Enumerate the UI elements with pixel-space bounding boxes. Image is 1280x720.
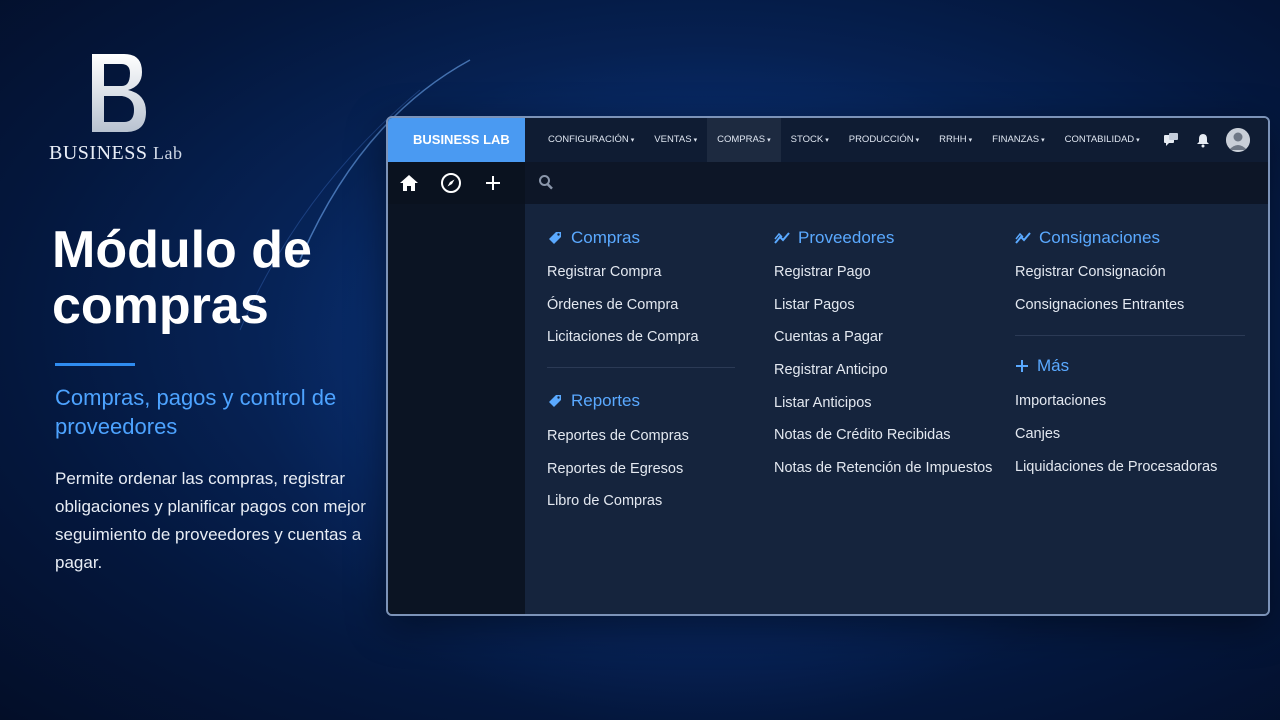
notification-bell-icon[interactable] bbox=[1194, 131, 1212, 149]
menu-item-label: STOCK bbox=[790, 134, 824, 145]
hero-title-line1: Módulo de bbox=[52, 221, 312, 279]
section-divider bbox=[547, 367, 735, 369]
link-consignaciones-entrantes[interactable]: Consignaciones Entrantes bbox=[1015, 289, 1245, 322]
toolbar-actions bbox=[388, 162, 525, 204]
chevron-down-icon: ▾ bbox=[1041, 137, 1045, 144]
section-title: Consignaciones bbox=[1039, 228, 1160, 247]
business-lab-logo-icon bbox=[92, 54, 146, 132]
plus-icon[interactable] bbox=[472, 162, 514, 204]
menu-item-stock[interactable]: STOCK ▾ bbox=[781, 118, 839, 162]
main-menu: CONFIGURACIÓN ▾ VENTAS ▾ COMPRAS ▾ STOCK ▾ PRODU… bbox=[538, 118, 1150, 162]
link-reportes-de-egresos[interactable]: Reportes de Egresos bbox=[547, 453, 735, 486]
section-proveedores: Proveedores bbox=[774, 226, 994, 250]
section-reportes: Reportes bbox=[547, 389, 735, 413]
link-reportes-de-compras[interactable]: Reportes de Compras bbox=[547, 420, 735, 453]
section-compras: Compras bbox=[547, 226, 735, 250]
menu-item-label: FINANZAS bbox=[992, 134, 1040, 145]
section-divider bbox=[1015, 335, 1245, 337]
menu-column-2: Proveedores Registrar Pago Listar Pagos … bbox=[774, 226, 994, 485]
logo-word: BUSINESS bbox=[49, 142, 148, 164]
link-notas-de-retencion-de-impuestos[interactable]: Notas de Retención de Impuestos bbox=[774, 452, 994, 485]
chevron-down-icon: ▾ bbox=[825, 137, 829, 144]
plus-icon bbox=[1016, 360, 1028, 373]
link-notas-de-credito-recibidas[interactable]: Notas de Crédito Recibidas bbox=[774, 419, 994, 452]
chat-icon[interactable] bbox=[1162, 131, 1180, 149]
user-avatar[interactable] bbox=[1226, 128, 1250, 152]
menu-item-label: VENTAS bbox=[654, 134, 692, 145]
menu-item-label: CONFIGURACIÓN bbox=[548, 134, 629, 145]
hero-subtitle: Compras, pagos y control de proveedores bbox=[55, 385, 337, 439]
menu-item-produccion[interactable]: PRODUCCIÓN ▾ bbox=[839, 118, 929, 162]
links-reportes: Reportes de Compras Reportes de Egresos … bbox=[547, 420, 735, 518]
link-licitaciones-de-compra[interactable]: Licitaciones de Compra bbox=[547, 321, 735, 354]
section-title: Proveedores bbox=[798, 228, 895, 247]
chevron-down-icon: ▾ bbox=[915, 137, 920, 144]
links-mas: Importaciones Canjes Liquidaciones de Pr… bbox=[1015, 385, 1245, 483]
section-consignaciones: Consignaciones bbox=[1015, 226, 1245, 250]
link-listar-anticipos[interactable]: Listar Anticipos bbox=[774, 387, 994, 420]
app-brand[interactable]: BUSINESS LAB bbox=[388, 118, 525, 162]
links-proveedores: Registrar Pago Listar Pagos Cuentas a Pa… bbox=[774, 256, 994, 485]
trend-icon bbox=[774, 232, 790, 244]
link-registrar-compra[interactable]: Registrar Compra bbox=[547, 256, 735, 289]
link-listar-pagos[interactable]: Listar Pagos bbox=[774, 289, 994, 322]
chevron-down-icon: ▾ bbox=[767, 137, 771, 144]
business-lab-logo-text: BUSINESS Lab bbox=[49, 142, 182, 165]
chevron-down-icon: ▾ bbox=[968, 137, 973, 144]
hero-description: Permite ordenar las compras, registrar o… bbox=[55, 469, 366, 572]
menu-item-configuracion[interactable]: CONFIGURACIÓN ▾ bbox=[538, 118, 644, 162]
sidebar bbox=[388, 204, 525, 614]
chevron-down-icon: ▾ bbox=[630, 137, 635, 144]
app-window: BUSINESS LAB CONFIGURACIÓN ▾ VENTAS ▾ COMPRA… bbox=[386, 116, 1270, 616]
tag-icon bbox=[549, 232, 561, 244]
menu-item-compras[interactable]: COMPRAS ▾ bbox=[707, 118, 781, 162]
trend-icon bbox=[1015, 232, 1031, 244]
compass-icon[interactable] bbox=[430, 162, 472, 204]
section-mas: Más bbox=[1015, 354, 1245, 378]
menu-item-rrhh[interactable]: RRHH ▾ bbox=[929, 118, 982, 162]
link-canjes[interactable]: Canjes bbox=[1015, 418, 1245, 451]
link-libro-de-compras[interactable]: Libro de Compras bbox=[547, 485, 735, 518]
tag-icon bbox=[549, 395, 561, 408]
menu-item-contabilidad[interactable]: CONTABILIDAD ▾ bbox=[1055, 118, 1150, 162]
section-title: Compras bbox=[571, 228, 640, 247]
link-registrar-consignacion[interactable]: Registrar Consignación bbox=[1015, 256, 1245, 289]
menu-item-finanzas[interactable]: FINANZAS ▾ bbox=[982, 118, 1055, 162]
chevron-down-icon: ▾ bbox=[1136, 137, 1140, 144]
search-icon[interactable] bbox=[538, 174, 554, 195]
link-registrar-anticipo[interactable]: Registrar Anticipo bbox=[774, 354, 994, 387]
link-importaciones[interactable]: Importaciones bbox=[1015, 385, 1245, 418]
link-cuentas-a-pagar[interactable]: Cuentas a Pagar bbox=[774, 321, 994, 354]
links-compras: Registrar Compra Órdenes de Compra Licit… bbox=[547, 256, 735, 354]
top-navbar: BUSINESS LAB CONFIGURACIÓN ▾ VENTAS ▾ COMPRA… bbox=[388, 118, 1268, 162]
menu-item-ventas[interactable]: VENTAS ▾ bbox=[644, 118, 707, 162]
hero-accent-rule bbox=[55, 363, 135, 366]
link-ordenes-de-compra[interactable]: Órdenes de Compra bbox=[547, 289, 735, 322]
menu-item-label: COMPRAS bbox=[717, 134, 766, 145]
home-icon[interactable] bbox=[388, 162, 430, 204]
hero-title-line2: compras bbox=[52, 277, 269, 335]
mega-menu-content: Compras Registrar Compra Órdenes de Comp… bbox=[525, 204, 1268, 614]
chevron-down-icon: ▾ bbox=[693, 137, 698, 144]
menu-column-3: Consignaciones Registrar Consignación Co… bbox=[1015, 226, 1245, 483]
menu-column-1: Compras Registrar Compra Órdenes de Comp… bbox=[547, 226, 735, 518]
menu-item-label: PRODUCCIÓN bbox=[848, 134, 914, 145]
links-consignaciones: Registrar Consignación Consignaciones En… bbox=[1015, 256, 1245, 321]
logo-suffix: Lab bbox=[152, 143, 183, 163]
section-title: Más bbox=[1037, 356, 1070, 376]
link-liquidaciones-de-procesadoras[interactable]: Liquidaciones de Procesadoras bbox=[1015, 451, 1245, 484]
menu-item-label: RRHH bbox=[939, 134, 967, 145]
section-title: Reportes bbox=[571, 391, 640, 411]
toolbar bbox=[388, 162, 1268, 204]
top-icons bbox=[1162, 126, 1250, 154]
hero-title: Módulo de compras bbox=[52, 222, 372, 334]
link-registrar-pago[interactable]: Registrar Pago bbox=[774, 256, 994, 289]
menu-item-label: CONTABILIDAD bbox=[1064, 134, 1135, 145]
